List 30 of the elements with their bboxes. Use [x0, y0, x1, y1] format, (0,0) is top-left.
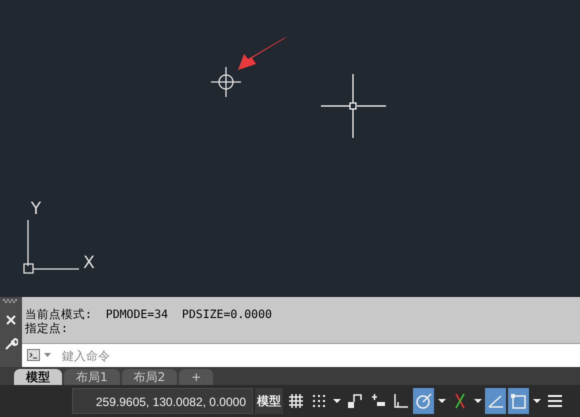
constraint-icon — [346, 392, 364, 410]
command-history-line: 当前点模式: PDMODE=34 PDSIZE=0.0000 — [25, 307, 273, 321]
prompt-icon — [27, 349, 40, 361]
caret-icon — [474, 399, 482, 403]
close-icon[interactable] — [6, 315, 16, 325]
crosshair-cursor — [320, 73, 387, 139]
coordinates-display: 259.9605, 130.0082, 0.0000 — [72, 388, 253, 414]
caret-icon — [44, 353, 51, 357]
caret-icon — [332, 399, 340, 403]
grip-icon[interactable] — [3, 299, 19, 303]
axis-label: X — [83, 253, 95, 273]
ucs-axis-icon — [23, 219, 80, 274]
layout-tab[interactable]: + — [179, 369, 214, 385]
caret-icon — [438, 399, 446, 403]
wrench-icon[interactable] — [4, 337, 18, 351]
point-marker-icon — [210, 66, 242, 98]
grid-icon — [286, 392, 304, 410]
command-history-line: 指定点: — [25, 321, 69, 335]
layout-tab[interactable]: 布局1 — [64, 369, 120, 385]
menu-icon — [546, 392, 564, 410]
command-input[interactable]: 鍵入命令 — [22, 343, 580, 367]
model-space-button[interactable]: 模型 — [255, 388, 283, 414]
layout-tab[interactable]: 布局2 — [122, 369, 178, 385]
arrow-icon — [238, 37, 287, 70]
polar-icon — [414, 392, 432, 410]
caret-icon — [532, 399, 540, 403]
layout-tab[interactable]: 模型 — [14, 369, 62, 385]
selection-icon — [510, 392, 528, 410]
axis-label: Y — [30, 199, 42, 219]
ortho-icon — [392, 392, 410, 410]
